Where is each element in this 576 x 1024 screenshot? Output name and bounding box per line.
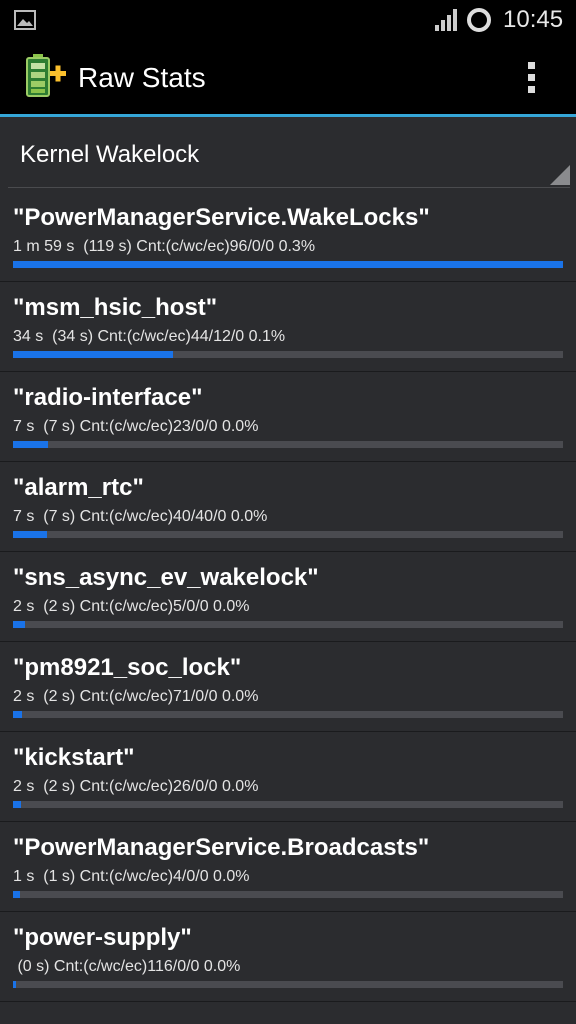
list-item[interactable]: "PowerManagerService.WakeLocks" 1 m 59 s… bbox=[0, 192, 576, 282]
wakelock-detail: 7 s (7 s) Cnt:(c/wc/ec)23/0/0 0.0% bbox=[13, 418, 259, 435]
wakelock-detail: 1 s (1 s) Cnt:(c/wc/ec)4/0/0 0.0% bbox=[13, 868, 250, 885]
app-title: Raw Stats bbox=[78, 62, 206, 93]
wakelock-detail: 2 s (2 s) Cnt:(c/wc/ec)71/0/0 0.0% bbox=[13, 688, 259, 705]
list-item[interactable]: "sns_async_ev_wakelock" 2 s (2 s) Cnt:(c… bbox=[0, 552, 576, 642]
wakelock-name: "power-supply" bbox=[13, 924, 192, 951]
progress-fill bbox=[13, 981, 16, 988]
wakelock-detail: 2 s (2 s) Cnt:(c/wc/ec)26/0/0 0.0% bbox=[13, 778, 259, 795]
wakelock-name: "sns_async_ev_wakelock" bbox=[13, 564, 319, 591]
wakelock-progress-bar bbox=[13, 261, 563, 268]
action-bar: Raw Stats bbox=[0, 40, 576, 117]
progress-fill bbox=[13, 531, 47, 538]
wakelock-detail: 1 m 59 s (119 s) Cnt:(c/wc/ec)96/0/0 0.3… bbox=[13, 238, 316, 255]
wakelock-detail: 2 s (2 s) Cnt:(c/wc/ec)5/0/0 0.0% bbox=[13, 598, 250, 615]
wakelock-detail: 7 s (7 s) Cnt:(c/wc/ec)40/40/0 0.0% bbox=[13, 508, 268, 525]
wakelock-name: "alarm_rtc" bbox=[13, 474, 144, 501]
list-item[interactable]: "power-supply" (0 s) Cnt:(c/wc/ec)116/0/… bbox=[0, 912, 576, 1002]
progress-fill bbox=[13, 801, 22, 808]
list-item[interactable]: "pm8921_soc_lock" 2 s (2 s) Cnt:(c/wc/ec… bbox=[0, 642, 576, 732]
list-item[interactable]: "alarm_rtc" 7 s (7 s) Cnt:(c/wc/ec)40/40… bbox=[0, 462, 576, 552]
stat-type-spinner[interactable]: Kernel Wakelock bbox=[8, 117, 570, 188]
status-bar: 10:45 bbox=[0, 0, 576, 40]
overflow-menu-icon[interactable] bbox=[516, 58, 546, 98]
wakelock-list[interactable]: "PowerManagerService.WakeLocks" 1 m 59 s… bbox=[0, 192, 576, 1002]
list-item[interactable]: "kickstart" 2 s (2 s) Cnt:(c/wc/ec)26/0/… bbox=[0, 732, 576, 822]
wakelock-detail: 34 s (34 s) Cnt:(c/wc/ec)44/12/0 0.1% bbox=[13, 328, 286, 345]
dropdown-triangle-icon bbox=[550, 165, 570, 185]
progress-fill bbox=[13, 621, 25, 628]
wakelock-progress-bar bbox=[13, 531, 563, 538]
spinner-selected-label: Kernel Wakelock bbox=[20, 141, 200, 168]
sync-ring-icon bbox=[467, 8, 491, 32]
signal-icon bbox=[435, 9, 457, 31]
progress-fill bbox=[13, 261, 563, 268]
wakelock-name: "msm_hsic_host" bbox=[13, 294, 218, 321]
wakelock-progress-bar bbox=[13, 621, 563, 628]
list-item[interactable]: "radio-interface" 7 s (7 s) Cnt:(c/wc/ec… bbox=[0, 372, 576, 462]
wakelock-progress-bar bbox=[13, 801, 563, 808]
wakelock-progress-bar bbox=[13, 891, 563, 898]
list-item[interactable]: "msm_hsic_host" 34 s (34 s) Cnt:(c/wc/ec… bbox=[0, 282, 576, 372]
wakelock-name: "pm8921_soc_lock" bbox=[13, 654, 242, 681]
wakelock-name: "PowerManagerService.Broadcasts" bbox=[13, 834, 430, 861]
wakelock-progress-bar bbox=[13, 981, 563, 988]
wakelock-name: "PowerManagerService.WakeLocks" bbox=[13, 204, 430, 231]
wakelock-progress-bar bbox=[13, 711, 563, 718]
wakelock-progress-bar bbox=[13, 441, 563, 448]
clock: 10:45 bbox=[503, 6, 564, 33]
wakelock-name: "radio-interface" bbox=[13, 384, 203, 411]
progress-fill bbox=[13, 351, 173, 358]
progress-fill bbox=[13, 891, 20, 898]
wakelock-progress-bar bbox=[13, 351, 563, 358]
progress-fill bbox=[13, 441, 48, 448]
progress-fill bbox=[13, 711, 23, 718]
image-notification-icon bbox=[14, 10, 36, 30]
wakelock-detail: (0 s) Cnt:(c/wc/ec)116/0/0 0.0% bbox=[13, 958, 241, 975]
battery-plus-icon[interactable] bbox=[22, 53, 68, 99]
wakelock-name: "kickstart" bbox=[13, 744, 135, 771]
list-item[interactable]: "PowerManagerService.Broadcasts" 1 s (1 … bbox=[0, 822, 576, 912]
